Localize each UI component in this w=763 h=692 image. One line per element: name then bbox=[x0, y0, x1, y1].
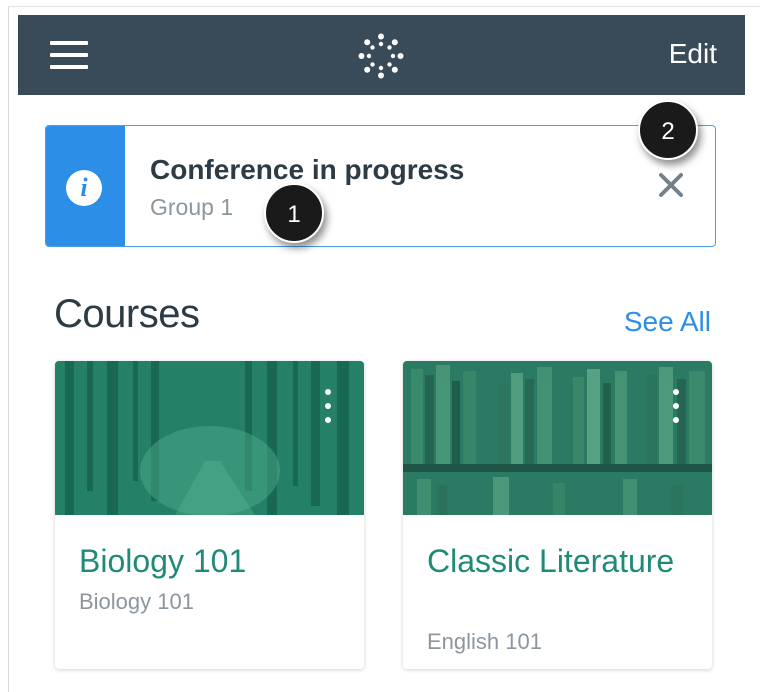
callout-marker-2: 2 bbox=[638, 100, 698, 160]
banner-title: Conference in progress bbox=[150, 154, 465, 185]
courses-heading: Courses bbox=[54, 292, 200, 336]
course-card-biology[interactable]: Biology 101 Biology 101 bbox=[55, 361, 364, 669]
course-options-icon[interactable] bbox=[670, 389, 682, 425]
bookshelf-image bbox=[403, 361, 712, 515]
course-card-classic-literature[interactable]: Classic Literature English 101 bbox=[403, 361, 712, 669]
hamburger-icon[interactable] bbox=[50, 41, 88, 69]
course-options-icon[interactable] bbox=[322, 389, 334, 425]
close-icon[interactable] bbox=[654, 168, 688, 202]
see-all-link[interactable]: See All bbox=[624, 306, 711, 338]
course-code: English 101 bbox=[427, 629, 542, 654]
course-title: Classic Literature bbox=[427, 543, 675, 579]
course-code: Biology 101 bbox=[79, 589, 194, 614]
conference-banner[interactable]: i Conference in progress Group 1 bbox=[45, 125, 716, 247]
info-icon: i bbox=[66, 170, 102, 206]
banner-subtitle: Group 1 bbox=[150, 194, 234, 220]
forest-image bbox=[55, 361, 364, 515]
callout-marker-1: 1 bbox=[264, 183, 324, 243]
banner-accent-strip: i bbox=[46, 126, 125, 246]
edit-button[interactable]: Edit bbox=[669, 37, 717, 71]
canvas-logo-icon bbox=[358, 33, 404, 79]
top-navbar: Edit bbox=[18, 15, 745, 95]
course-title: Biology 101 bbox=[79, 543, 247, 579]
